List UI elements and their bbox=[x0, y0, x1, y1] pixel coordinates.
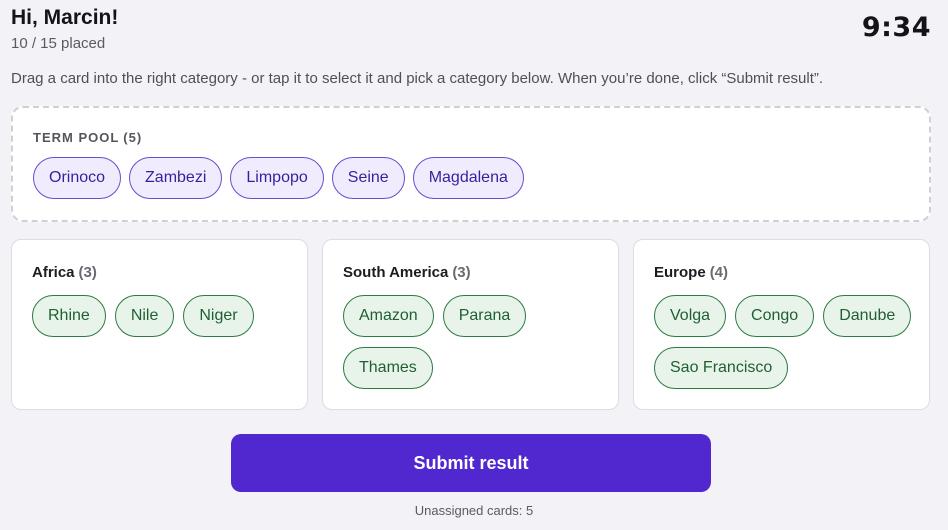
term-card[interactable]: Seine bbox=[331, 157, 405, 199]
category-name: Africa bbox=[32, 264, 75, 281]
term-pool-title: TERM POOL (5) bbox=[33, 130, 142, 145]
category-count: (3) bbox=[78, 264, 97, 281]
placed-progress: 10 / 15 placed bbox=[11, 35, 106, 52]
instructions: Drag a card into the right category - or… bbox=[11, 70, 824, 87]
term-pool-label: TERM POOL bbox=[33, 130, 120, 145]
category-title: Europe (4) bbox=[654, 264, 728, 281]
term-pool[interactable]: TERM POOL (5) Orinoco Zambezi Limpopo Sei… bbox=[11, 106, 931, 222]
unassigned-count: Unassigned cards: 5 bbox=[414, 503, 534, 518]
category-cards: Amazon Parana Thames bbox=[343, 295, 604, 389]
term-pool-count: (5) bbox=[123, 130, 143, 145]
placed-card[interactable]: Amazon bbox=[343, 295, 434, 337]
placed-card[interactable]: Volga bbox=[654, 295, 727, 337]
placed-card[interactable]: Parana bbox=[442, 295, 527, 337]
category-europe[interactable]: Europe (4) Volga Congo Danube Sao Francis… bbox=[633, 239, 930, 410]
category-africa[interactable]: Africa (3) Rhine Nile Niger bbox=[11, 239, 308, 410]
term-card[interactable]: Orinoco bbox=[33, 157, 122, 199]
term-card[interactable]: Magdalena bbox=[412, 157, 524, 199]
term-pool-cards: Orinoco Zambezi Limpopo Seine Magdalena bbox=[33, 157, 524, 199]
category-title: Africa (3) bbox=[32, 264, 97, 281]
category-count: (4) bbox=[709, 264, 729, 281]
category-count: (3) bbox=[452, 264, 471, 281]
category-name: South America bbox=[343, 264, 449, 281]
term-card[interactable]: Limpopo bbox=[230, 157, 324, 199]
placed-card[interactable]: Thames bbox=[343, 347, 433, 389]
greeting: Hi, Marcin! bbox=[11, 6, 119, 29]
term-card[interactable]: Zambezi bbox=[129, 157, 223, 199]
submit-result-button[interactable]: Submit result bbox=[231, 434, 711, 492]
placed-card[interactable]: Congo bbox=[735, 295, 815, 337]
category-name: Europe bbox=[654, 264, 706, 281]
placed-card[interactable]: Niger bbox=[183, 295, 254, 337]
placed-card[interactable]: Rhine bbox=[32, 295, 106, 337]
placed-card[interactable]: Danube bbox=[823, 295, 912, 337]
category-cards: Volga Congo Danube Sao Francisco bbox=[654, 295, 915, 389]
placed-card[interactable]: Sao Francisco bbox=[654, 347, 789, 389]
category-title: South America (3) bbox=[343, 264, 471, 281]
category-south-america[interactable]: South America (3) Amazon Parana Thames bbox=[322, 239, 619, 410]
category-cards: Rhine Nile Niger bbox=[32, 295, 293, 337]
timer: 9:34 bbox=[861, 12, 931, 43]
placed-card[interactable]: Nile bbox=[114, 295, 175, 337]
